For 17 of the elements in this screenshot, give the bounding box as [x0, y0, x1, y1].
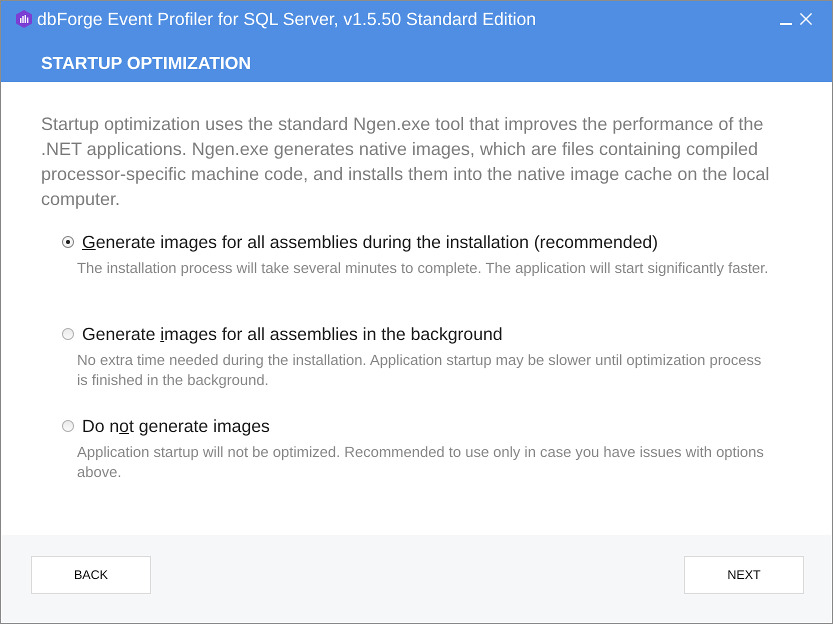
option-description: The installation process will take several minutes to complete. The application will start significantly faster. [77, 260, 770, 279]
page-heading: STARTUP OPTIMIZATION [41, 53, 251, 74]
minimize-icon[interactable] [780, 23, 792, 25]
radio-button[interactable] [62, 328, 74, 340]
intro-paragraph: Startup optimization uses the standard Ngen.exe tool that improves the performance of the .NET applications. Ngen.exe generates native images, which are files containing compiled processor-specific machine code, and installs them into the native image cache on the local computer. [41, 113, 770, 211]
window-title: dbForge Event Profiler for SQL Server, v1.5.50 Standard Edition [37, 8, 536, 30]
close-icon[interactable] [800, 13, 812, 25]
option-label[interactable]: Do not generate images [82, 416, 270, 436]
option-label[interactable]: Generate images for all assemblies during the installation (recommended) [82, 232, 658, 252]
wizard-button[interactable]: NEXT [684, 556, 804, 594]
logo-icon [16, 10, 32, 28]
wizard-button[interactable]: BACK [31, 556, 151, 594]
radio-button[interactable] [62, 420, 74, 432]
option-description: No extra time needed during the installation. Application startup may be slower until optimization process is finished in the background. [77, 352, 762, 391]
radio-button[interactable] [62, 236, 74, 248]
option-description: Application startup will not be optimized. Recommended to use only in case you have issues with options above. [77, 444, 765, 483]
option-label[interactable]: Generate images for all assemblies in the background [82, 324, 503, 344]
